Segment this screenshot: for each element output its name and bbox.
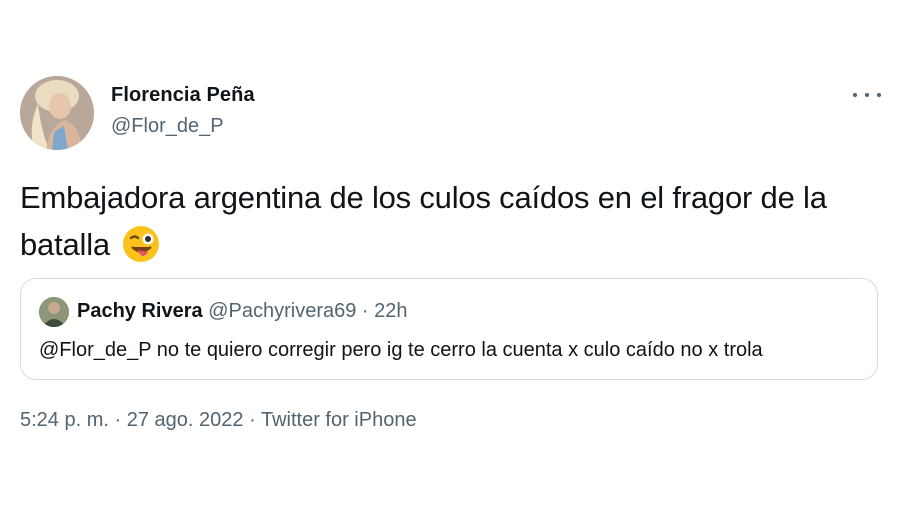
author-avatar[interactable] <box>20 76 94 150</box>
meta-separator: · <box>114 409 122 431</box>
more-options-icon[interactable] <box>853 84 881 106</box>
author-name[interactable]: Florencia Peña <box>111 84 255 107</box>
winking-face-with-tongue-icon <box>122 225 160 276</box>
tweet-source[interactable]: Twitter for iPhone <box>261 409 417 431</box>
tweet-card: Florencia Peña @Flor_de_P Embajadora arg… <box>0 0 900 505</box>
quoted-tweet-header: Pachy Rivera @Pachyrivera69 · 22h <box>77 300 408 323</box>
meta-separator: · <box>249 409 256 431</box>
quoted-author-avatar[interactable] <box>39 297 69 327</box>
tweet-date[interactable]: 27 ago. 2022 <box>127 409 244 431</box>
tweet-metadata: 5:24 p. m. · 27 ago. 2022 · Twitter for … <box>20 409 417 432</box>
quoted-separator: · <box>361 300 369 322</box>
author-handle[interactable]: @Flor_de_P <box>111 115 224 138</box>
quoted-author-name[interactable]: Pachy Rivera <box>77 300 203 322</box>
tweet-text: Embajadora argentina de los culos caídos… <box>20 174 880 276</box>
quoted-timestamp[interactable]: 22h <box>374 300 407 322</box>
tweet-time[interactable]: 5:24 p. m. <box>20 409 109 431</box>
quoted-tweet-text: @Flor_de_P no te quiero corregir pero ig… <box>39 339 763 361</box>
quoted-author-handle[interactable]: @Pachyrivera69 <box>208 300 356 322</box>
quoted-tweet[interactable]: Pachy Rivera @Pachyrivera69 · 22h @Flor_… <box>20 278 878 380</box>
